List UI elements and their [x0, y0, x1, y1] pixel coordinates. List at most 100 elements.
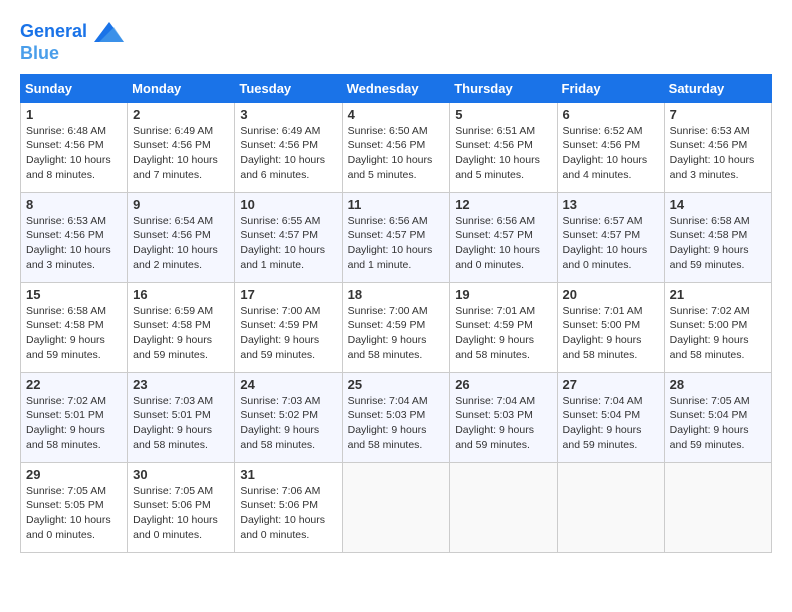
calendar-cell: 17 Sunrise: 7:00 AM Sunset: 4:59 PM Dayli…	[235, 282, 342, 372]
calendar-cell: 24 Sunrise: 7:03 AM Sunset: 5:02 PM Dayli…	[235, 372, 342, 462]
day-info: Sunrise: 7:04 AM Sunset: 5:03 PM Dayligh…	[455, 394, 551, 453]
day-number: 20	[563, 287, 659, 302]
calendar-cell: 11 Sunrise: 6:56 AM Sunset: 4:57 PM Dayli…	[342, 192, 450, 282]
day-info: Sunrise: 6:48 AM Sunset: 4:56 PM Dayligh…	[26, 124, 122, 183]
calendar-cell	[342, 462, 450, 552]
calendar-cell: 2 Sunrise: 6:49 AM Sunset: 4:56 PM Daylig…	[128, 102, 235, 192]
day-number: 19	[455, 287, 551, 302]
day-number: 12	[455, 197, 551, 212]
day-number: 25	[348, 377, 445, 392]
day-number: 29	[26, 467, 122, 482]
day-number: 15	[26, 287, 122, 302]
calendar-cell: 19 Sunrise: 7:01 AM Sunset: 4:59 PM Dayli…	[450, 282, 557, 372]
day-info: Sunrise: 6:52 AM Sunset: 4:56 PM Dayligh…	[563, 124, 659, 183]
calendar-cell: 13 Sunrise: 6:57 AM Sunset: 4:57 PM Dayli…	[557, 192, 664, 282]
calendar-table: SundayMondayTuesdayWednesdayThursdayFrid…	[20, 74, 772, 553]
calendar-cell: 16 Sunrise: 6:59 AM Sunset: 4:58 PM Dayli…	[128, 282, 235, 372]
day-number: 3	[240, 107, 336, 122]
day-number: 18	[348, 287, 445, 302]
weekday-header-saturday: Saturday	[664, 74, 771, 102]
calendar-cell: 26 Sunrise: 7:04 AM Sunset: 5:03 PM Dayli…	[450, 372, 557, 462]
day-info: Sunrise: 7:00 AM Sunset: 4:59 PM Dayligh…	[240, 304, 336, 363]
day-info: Sunrise: 7:03 AM Sunset: 5:02 PM Dayligh…	[240, 394, 336, 453]
day-number: 30	[133, 467, 229, 482]
weekday-header-tuesday: Tuesday	[235, 74, 342, 102]
day-info: Sunrise: 6:56 AM Sunset: 4:57 PM Dayligh…	[455, 214, 551, 273]
day-number: 24	[240, 377, 336, 392]
calendar-cell: 27 Sunrise: 7:04 AM Sunset: 5:04 PM Dayli…	[557, 372, 664, 462]
calendar-cell: 20Sunrise: 7:01 AM Sunset: 5:00 PM Dayli…	[557, 282, 664, 372]
calendar-cell: 12 Sunrise: 6:56 AM Sunset: 4:57 PM Dayli…	[450, 192, 557, 282]
day-number: 22	[26, 377, 122, 392]
day-number: 28	[670, 377, 766, 392]
logo: General Blue	[20, 20, 124, 64]
weekday-header-sunday: Sunday	[21, 74, 128, 102]
day-number: 7	[670, 107, 766, 122]
calendar-cell: 7Sunrise: 6:53 AM Sunset: 4:56 PM Daylig…	[664, 102, 771, 192]
calendar-cell: 6Sunrise: 6:52 AM Sunset: 4:56 PM Daylig…	[557, 102, 664, 192]
calendar-cell: 15 Sunrise: 6:58 AM Sunset: 4:58 PM Dayli…	[21, 282, 128, 372]
day-number: 13	[563, 197, 659, 212]
calendar-cell: 9 Sunrise: 6:54 AM Sunset: 4:56 PM Daylig…	[128, 192, 235, 282]
day-number: 1	[26, 107, 122, 122]
calendar-cell: 31Sunrise: 7:06 AM Sunset: 5:06 PM Dayli…	[235, 462, 342, 552]
day-info: Sunrise: 7:06 AM Sunset: 5:06 PM Dayligh…	[240, 484, 336, 543]
day-number: 5	[455, 107, 551, 122]
calendar-cell	[450, 462, 557, 552]
calendar-cell: 18 Sunrise: 7:00 AM Sunset: 4:59 PM Dayli…	[342, 282, 450, 372]
day-number: 8	[26, 197, 122, 212]
day-info: Sunrise: 6:55 AM Sunset: 4:57 PM Dayligh…	[240, 214, 336, 273]
logo-text: General Blue	[20, 20, 124, 64]
day-info: Sunrise: 7:04 AM Sunset: 5:03 PM Dayligh…	[348, 394, 445, 453]
day-number: 4	[348, 107, 445, 122]
weekday-header-thursday: Thursday	[450, 74, 557, 102]
day-info: Sunrise: 6:49 AM Sunset: 4:56 PM Dayligh…	[240, 124, 336, 183]
calendar-cell	[557, 462, 664, 552]
day-info: Sunrise: 7:00 AM Sunset: 4:59 PM Dayligh…	[348, 304, 445, 363]
calendar-cell: 21Sunrise: 7:02 AM Sunset: 5:00 PM Dayli…	[664, 282, 771, 372]
calendar-cell: 22 Sunrise: 7:02 AM Sunset: 5:01 PM Dayli…	[21, 372, 128, 462]
calendar-cell: 3 Sunrise: 6:49 AM Sunset: 4:56 PM Daylig…	[235, 102, 342, 192]
calendar-cell: 14 Sunrise: 6:58 AM Sunset: 4:58 PM Dayli…	[664, 192, 771, 282]
day-number: 2	[133, 107, 229, 122]
day-info: Sunrise: 6:59 AM Sunset: 4:58 PM Dayligh…	[133, 304, 229, 363]
calendar-cell: 30 Sunrise: 7:05 AM Sunset: 5:06 PM Dayli…	[128, 462, 235, 552]
day-info: Sunrise: 7:05 AM Sunset: 5:04 PM Dayligh…	[670, 394, 766, 453]
day-number: 9	[133, 197, 229, 212]
day-info: Sunrise: 6:58 AM Sunset: 4:58 PM Dayligh…	[26, 304, 122, 363]
day-info: Sunrise: 7:01 AM Sunset: 4:59 PM Dayligh…	[455, 304, 551, 363]
calendar-cell: 23 Sunrise: 7:03 AM Sunset: 5:01 PM Dayli…	[128, 372, 235, 462]
weekday-header-monday: Monday	[128, 74, 235, 102]
calendar-cell: 10 Sunrise: 6:55 AM Sunset: 4:57 PM Dayli…	[235, 192, 342, 282]
day-info: Sunrise: 6:51 AM Sunset: 4:56 PM Dayligh…	[455, 124, 551, 183]
day-number: 17	[240, 287, 336, 302]
day-info: Sunrise: 6:58 AM Sunset: 4:58 PM Dayligh…	[670, 214, 766, 273]
day-info: Sunrise: 7:02 AM Sunset: 5:01 PM Dayligh…	[26, 394, 122, 453]
day-info: Sunrise: 6:56 AM Sunset: 4:57 PM Dayligh…	[348, 214, 445, 273]
day-info: Sunrise: 6:50 AM Sunset: 4:56 PM Dayligh…	[348, 124, 445, 183]
day-info: Sunrise: 7:05 AM Sunset: 5:06 PM Dayligh…	[133, 484, 229, 543]
day-number: 11	[348, 197, 445, 212]
calendar-cell: 5 Sunrise: 6:51 AM Sunset: 4:56 PM Daylig…	[450, 102, 557, 192]
calendar-cell: 1 Sunrise: 6:48 AM Sunset: 4:56 PM Daylig…	[21, 102, 128, 192]
day-info: Sunrise: 6:57 AM Sunset: 4:57 PM Dayligh…	[563, 214, 659, 273]
day-info: Sunrise: 7:03 AM Sunset: 5:01 PM Dayligh…	[133, 394, 229, 453]
day-number: 21	[670, 287, 766, 302]
day-info: Sunrise: 6:54 AM Sunset: 4:56 PM Dayligh…	[133, 214, 229, 273]
calendar-cell: 25 Sunrise: 7:04 AM Sunset: 5:03 PM Dayli…	[342, 372, 450, 462]
day-number: 23	[133, 377, 229, 392]
day-number: 27	[563, 377, 659, 392]
calendar-cell: 29 Sunrise: 7:05 AM Sunset: 5:05 PM Dayli…	[21, 462, 128, 552]
weekday-header-friday: Friday	[557, 74, 664, 102]
day-number: 14	[670, 197, 766, 212]
weekday-header-wednesday: Wednesday	[342, 74, 450, 102]
day-info: Sunrise: 7:04 AM Sunset: 5:04 PM Dayligh…	[563, 394, 659, 453]
day-info: Sunrise: 7:05 AM Sunset: 5:05 PM Dayligh…	[26, 484, 122, 543]
page-header: General Blue	[20, 20, 772, 64]
day-info: Sunrise: 6:49 AM Sunset: 4:56 PM Dayligh…	[133, 124, 229, 183]
day-number: 26	[455, 377, 551, 392]
day-number: 10	[240, 197, 336, 212]
day-info: Sunrise: 6:53 AM Sunset: 4:56 PM Dayligh…	[26, 214, 122, 273]
day-number: 16	[133, 287, 229, 302]
calendar-cell: 28 Sunrise: 7:05 AM Sunset: 5:04 PM Dayli…	[664, 372, 771, 462]
